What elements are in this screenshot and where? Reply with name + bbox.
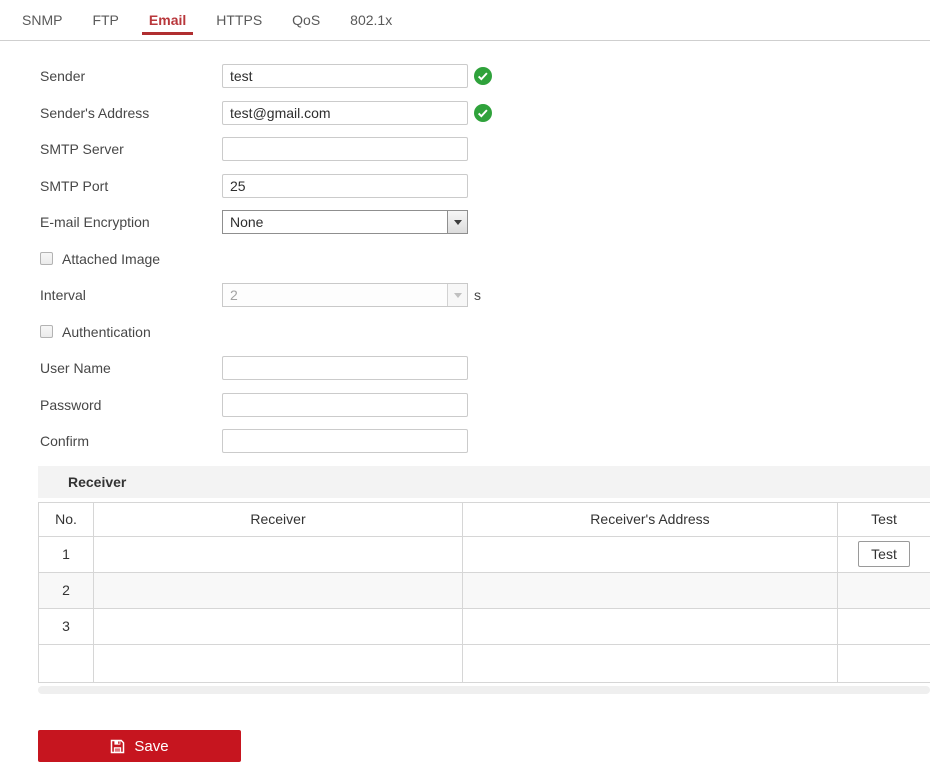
chevron-down-icon	[447, 284, 467, 307]
tab-qos[interactable]: QoS	[292, 0, 320, 40]
horizontal-scrollbar[interactable]	[38, 685, 930, 694]
table-row: 3	[38, 607, 930, 645]
tab-bar: SNMP FTP Email HTTPS QoS 802.1x	[0, 0, 930, 41]
receiver-section-title: Receiver	[68, 473, 127, 490]
smtp-server-row: SMTP Server	[40, 131, 930, 168]
row-number-cell: 1	[38, 535, 94, 573]
tab-ftp[interactable]: FTP	[92, 0, 118, 40]
sender-address-input[interactable]	[222, 100, 468, 125]
save-button-label: Save	[134, 737, 169, 755]
encryption-selected-value: None	[230, 214, 264, 231]
table-header-row: No. Receiver Receiver's Address Test	[38, 501, 930, 537]
tab-https[interactable]: HTTPS	[216, 0, 262, 40]
smtp-port-row: SMTP Port	[40, 168, 930, 205]
receiver-name-cell[interactable]	[93, 607, 463, 645]
column-header-address: Receiver's Address	[462, 501, 838, 537]
tab-email[interactable]: Email	[141, 0, 194, 40]
attached-image-label: Attached Image	[62, 250, 161, 267]
password-row: Password	[40, 387, 930, 424]
receiver-name-cell[interactable]	[93, 571, 463, 609]
check-circle-icon	[474, 67, 492, 86]
check-circle-icon	[474, 103, 492, 122]
password-input[interactable]	[222, 392, 468, 417]
smtp-server-input[interactable]	[222, 137, 468, 162]
row-number-cell	[38, 643, 94, 683]
sender-address-row: Sender's Address	[40, 95, 930, 132]
password-label: Password	[40, 396, 102, 413]
username-label: User Name	[40, 360, 111, 377]
tab-snmp[interactable]: SNMP	[22, 0, 62, 40]
encryption-row: E-mail Encryption None	[40, 204, 930, 241]
floppy-disk-icon	[110, 739, 125, 754]
save-button[interactable]: Save	[38, 730, 241, 762]
interval-row: Interval 2 s	[40, 277, 930, 314]
receiver-name-cell[interactable]	[93, 643, 463, 683]
encryption-select[interactable]: None	[222, 210, 468, 235]
table-row: 1 Test	[38, 535, 930, 573]
receiver-name-cell[interactable]	[93, 535, 463, 573]
receiver-section-header: Receiver	[38, 465, 930, 498]
column-header-receiver: Receiver	[93, 501, 463, 537]
test-cell: Test	[837, 535, 930, 573]
table-row: 2	[38, 571, 930, 609]
smtp-server-label: SMTP Server	[40, 141, 124, 158]
interval-select[interactable]: 2	[222, 283, 468, 308]
smtp-port-input[interactable]	[222, 173, 468, 198]
receiver-address-cell[interactable]	[462, 607, 838, 645]
row-number-cell: 2	[38, 571, 94, 609]
test-cell	[837, 571, 930, 609]
column-header-no: No.	[38, 501, 94, 537]
column-header-test: Test	[837, 501, 930, 537]
authentication-label: Authentication	[62, 323, 151, 340]
smtp-port-label: SMTP Port	[40, 177, 109, 194]
sender-input[interactable]	[222, 64, 468, 89]
interval-label: Interval	[40, 287, 86, 304]
sender-address-label: Sender's Address	[40, 104, 150, 121]
sender-label: Sender	[40, 68, 86, 85]
sender-row: Sender	[40, 58, 930, 95]
username-row: User Name	[40, 350, 930, 387]
authentication-row: Authentication	[40, 314, 930, 351]
table-row	[38, 643, 930, 683]
username-input[interactable]	[222, 356, 468, 381]
encryption-label: E-mail Encryption	[40, 214, 150, 231]
test-cell	[837, 643, 930, 683]
row-number-cell: 3	[38, 607, 94, 645]
interval-unit-label: s	[474, 287, 481, 304]
authentication-checkbox[interactable]	[40, 325, 53, 339]
test-cell	[837, 607, 930, 645]
interval-selected-value: 2	[230, 287, 238, 304]
test-button[interactable]: Test	[858, 541, 910, 567]
attached-image-checkbox[interactable]	[40, 252, 53, 266]
attached-image-row: Attached Image	[40, 241, 930, 278]
confirm-input[interactable]	[222, 429, 468, 454]
receiver-address-cell[interactable]	[462, 535, 838, 573]
confirm-label: Confirm	[40, 433, 90, 450]
chevron-down-icon[interactable]	[447, 211, 467, 234]
receiver-table: No. Receiver Receiver's Address Test 1 T…	[38, 501, 930, 683]
receiver-address-cell[interactable]	[462, 643, 838, 683]
confirm-row: Confirm	[40, 423, 930, 460]
email-settings-form: Sender Sender's Address SMTP Server SMTP…	[0, 41, 930, 460]
tab-8021x[interactable]: 802.1x	[350, 0, 392, 40]
receiver-address-cell[interactable]	[462, 571, 838, 609]
